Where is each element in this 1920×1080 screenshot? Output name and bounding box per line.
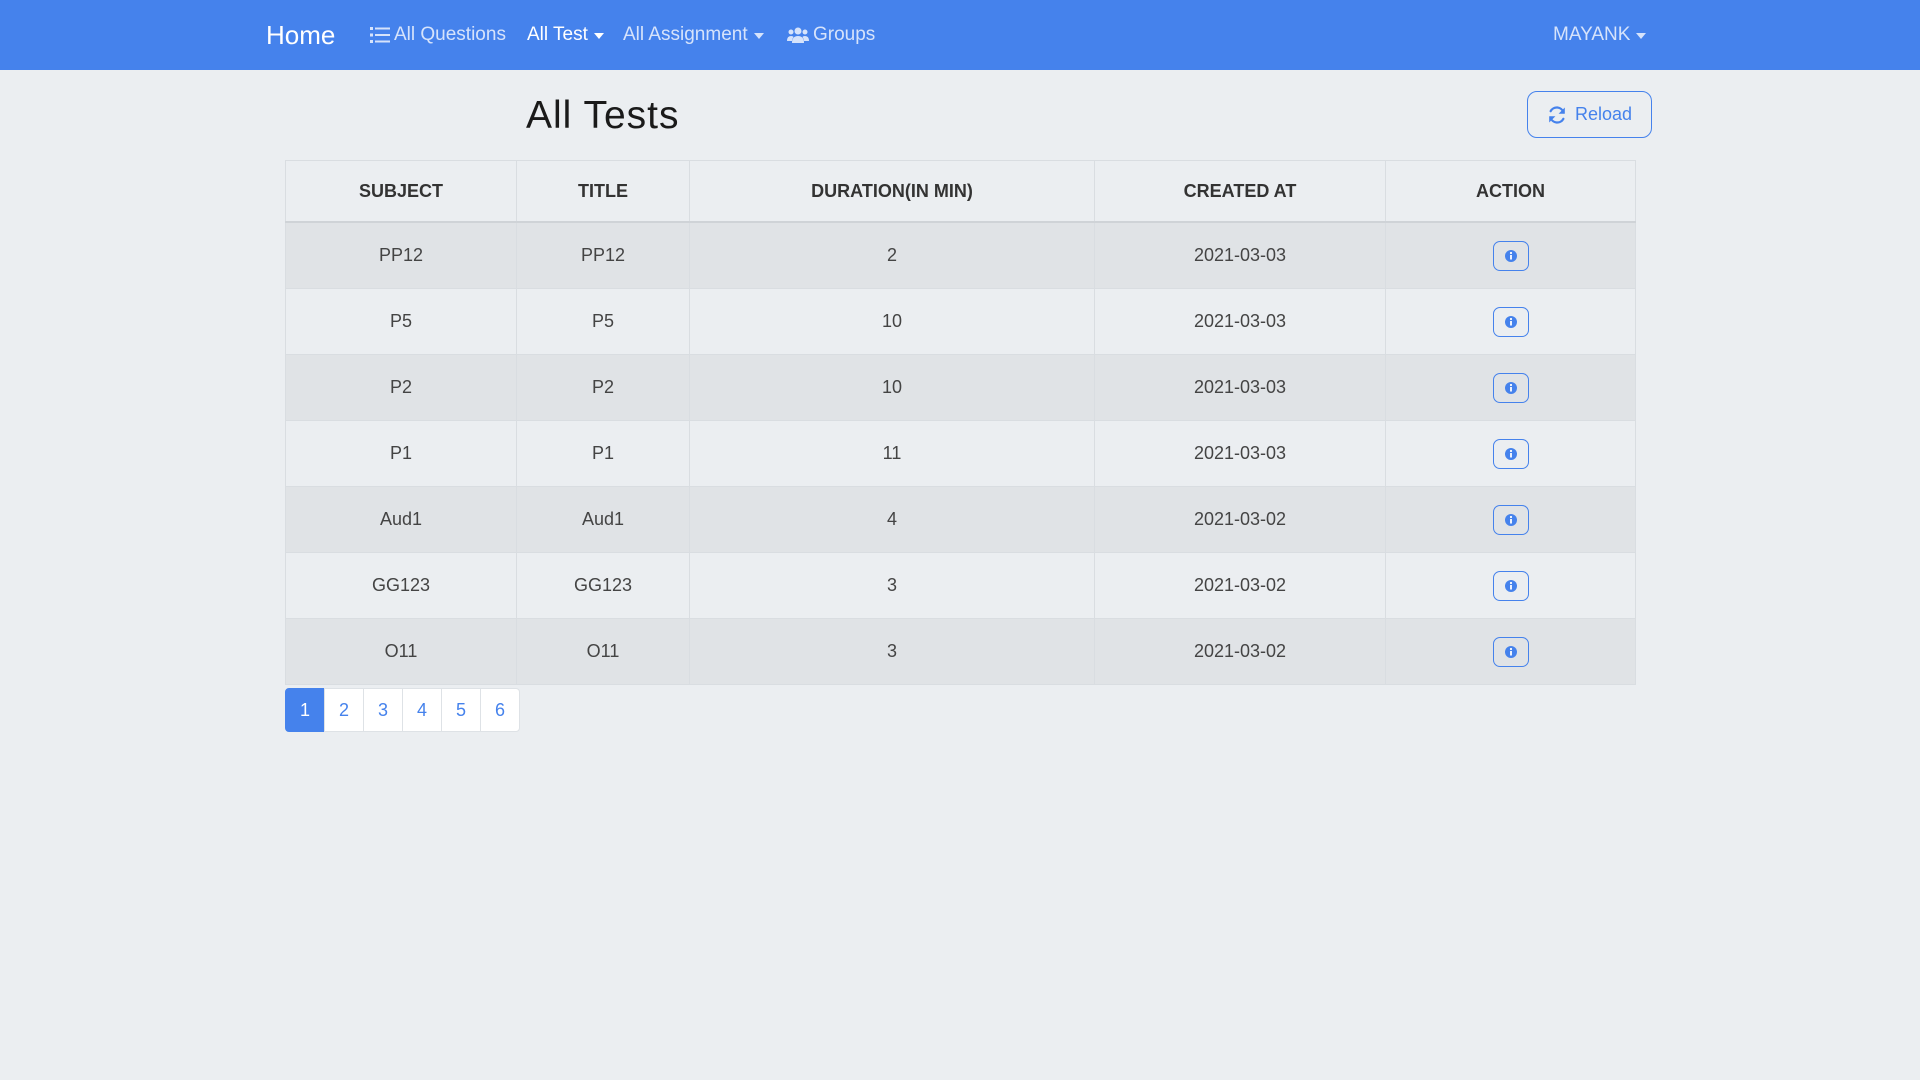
- refresh-icon: [1549, 105, 1565, 124]
- users-icon: [787, 26, 809, 44]
- navbar: Home All Questions All Test All Assignme…: [0, 0, 1920, 70]
- view-details-button[interactable]: [1492, 570, 1529, 601]
- cell-subject: O11: [285, 618, 517, 685]
- info-icon: [1504, 513, 1517, 526]
- cell-action: [1385, 288, 1636, 355]
- cell-title: P2: [516, 354, 690, 421]
- cell-created-at: 2021-03-02: [1094, 552, 1386, 619]
- cell-created-at: 2021-03-03: [1094, 354, 1386, 421]
- column-header-subject: SUBJECT: [285, 160, 517, 223]
- nav-all-assignment-dropdown[interactable]: All Assignment: [623, 22, 764, 48]
- cell-created-at: 2021-03-03: [1094, 288, 1386, 355]
- table-row: GG123 GG123 3 2021-03-02: [285, 552, 1636, 619]
- nav-all-questions[interactable]: All Questions: [370, 22, 506, 48]
- page-link-6[interactable]: 6: [480, 688, 520, 732]
- cell-title: P1: [516, 420, 690, 487]
- nav-all-questions-label: All Questions: [394, 24, 506, 45]
- page-title: All Tests: [526, 94, 680, 137]
- cell-title: GG123: [516, 552, 690, 619]
- nav-groups-label: Groups: [813, 24, 876, 45]
- view-details-button[interactable]: [1492, 372, 1529, 403]
- view-details-button[interactable]: [1492, 306, 1529, 337]
- nav-all-test-dropdown[interactable]: All Test: [527, 22, 604, 48]
- info-icon: [1504, 579, 1517, 592]
- page-link-2[interactable]: 2: [324, 688, 364, 732]
- column-header-duration: DURATION(IN MIN): [689, 160, 1095, 223]
- nav-all-test-label: All Test: [527, 24, 588, 45]
- cell-action: [1385, 221, 1636, 289]
- table-row: P1 P1 11 2021-03-03: [285, 420, 1636, 487]
- page-link-1[interactable]: 1: [285, 688, 325, 732]
- cell-action: [1385, 486, 1636, 553]
- table-row: P2 P2 10 2021-03-03: [285, 354, 1636, 421]
- view-details-button[interactable]: [1492, 438, 1529, 469]
- cell-action: [1385, 420, 1636, 487]
- cell-title: Aud1: [516, 486, 690, 553]
- cell-duration: 4: [689, 486, 1095, 553]
- info-icon: [1504, 249, 1517, 262]
- cell-subject: GG123: [285, 552, 517, 619]
- cell-duration: 3: [689, 552, 1095, 619]
- reload-button[interactable]: Reload: [1527, 91, 1652, 138]
- view-details-button[interactable]: [1492, 504, 1529, 535]
- brand-home-link[interactable]: Home: [266, 17, 335, 53]
- table-row: P5 P5 10 2021-03-03: [285, 288, 1636, 355]
- cell-subject: PP12: [285, 221, 517, 289]
- table-row: O11 O11 3 2021-03-02: [285, 618, 1636, 685]
- column-header-title: TITLE: [516, 160, 690, 223]
- cell-duration: 11: [689, 420, 1095, 487]
- info-icon: [1504, 315, 1517, 328]
- cell-title: PP12: [516, 221, 690, 289]
- user-name: MAYANK: [1553, 24, 1631, 45]
- chevron-down-icon: [753, 33, 764, 39]
- pagination: 123456: [285, 688, 520, 732]
- chevron-down-icon: [1636, 33, 1647, 39]
- table-body: PP12 PP12 2 2021-03-03 P5 P5 10 2021-03-03 P2 P2 1…: [285, 221, 1636, 685]
- chevron-down-icon: [593, 33, 604, 39]
- cell-action: [1385, 552, 1636, 619]
- table-row: Aud1 Aud1 4 2021-03-02: [285, 486, 1636, 553]
- cell-title: O11: [516, 618, 690, 685]
- table-row: PP12 PP12 2 2021-03-03: [285, 221, 1636, 289]
- cell-action: [1385, 354, 1636, 421]
- cell-duration: 3: [689, 618, 1095, 685]
- page-link-4[interactable]: 4: [402, 688, 442, 732]
- tests-table: SUBJECT TITLE DURATION(IN MIN) CREATED A…: [285, 160, 1636, 685]
- cell-subject: Aud1: [285, 486, 517, 553]
- cell-subject: P1: [285, 420, 517, 487]
- view-details-button[interactable]: [1492, 240, 1529, 271]
- cell-created-at: 2021-03-02: [1094, 618, 1386, 685]
- cell-created-at: 2021-03-02: [1094, 486, 1386, 553]
- reload-button-label: Reload: [1574, 104, 1633, 124]
- cell-action: [1385, 618, 1636, 685]
- page-link-3[interactable]: 3: [363, 688, 403, 732]
- list-icon: [370, 26, 390, 44]
- cell-subject: P5: [285, 288, 517, 355]
- nav-groups[interactable]: Groups: [787, 22, 875, 48]
- info-icon: [1504, 447, 1517, 460]
- cell-created-at: 2021-03-03: [1094, 420, 1386, 487]
- info-icon: [1504, 645, 1517, 658]
- tests-table-container: SUBJECT TITLE DURATION(IN MIN) CREATED A…: [285, 160, 1636, 685]
- cell-created-at: 2021-03-03: [1094, 221, 1386, 289]
- cell-duration: 10: [689, 288, 1095, 355]
- user-menu-dropdown[interactable]: MAYANK: [1553, 22, 1647, 48]
- view-details-button[interactable]: [1492, 636, 1529, 667]
- cell-title: P5: [516, 288, 690, 355]
- info-icon: [1504, 381, 1517, 394]
- cell-duration: 10: [689, 354, 1095, 421]
- cell-subject: P2: [285, 354, 517, 421]
- cell-duration: 2: [689, 221, 1095, 289]
- nav-all-assignment-label: All Assignment: [623, 24, 748, 45]
- table-header-row: SUBJECT TITLE DURATION(IN MIN) CREATED A…: [285, 160, 1636, 223]
- page-link-5[interactable]: 5: [441, 688, 481, 732]
- column-header-action: ACTION: [1385, 160, 1636, 223]
- column-header-created-at: CREATED AT: [1094, 160, 1386, 223]
